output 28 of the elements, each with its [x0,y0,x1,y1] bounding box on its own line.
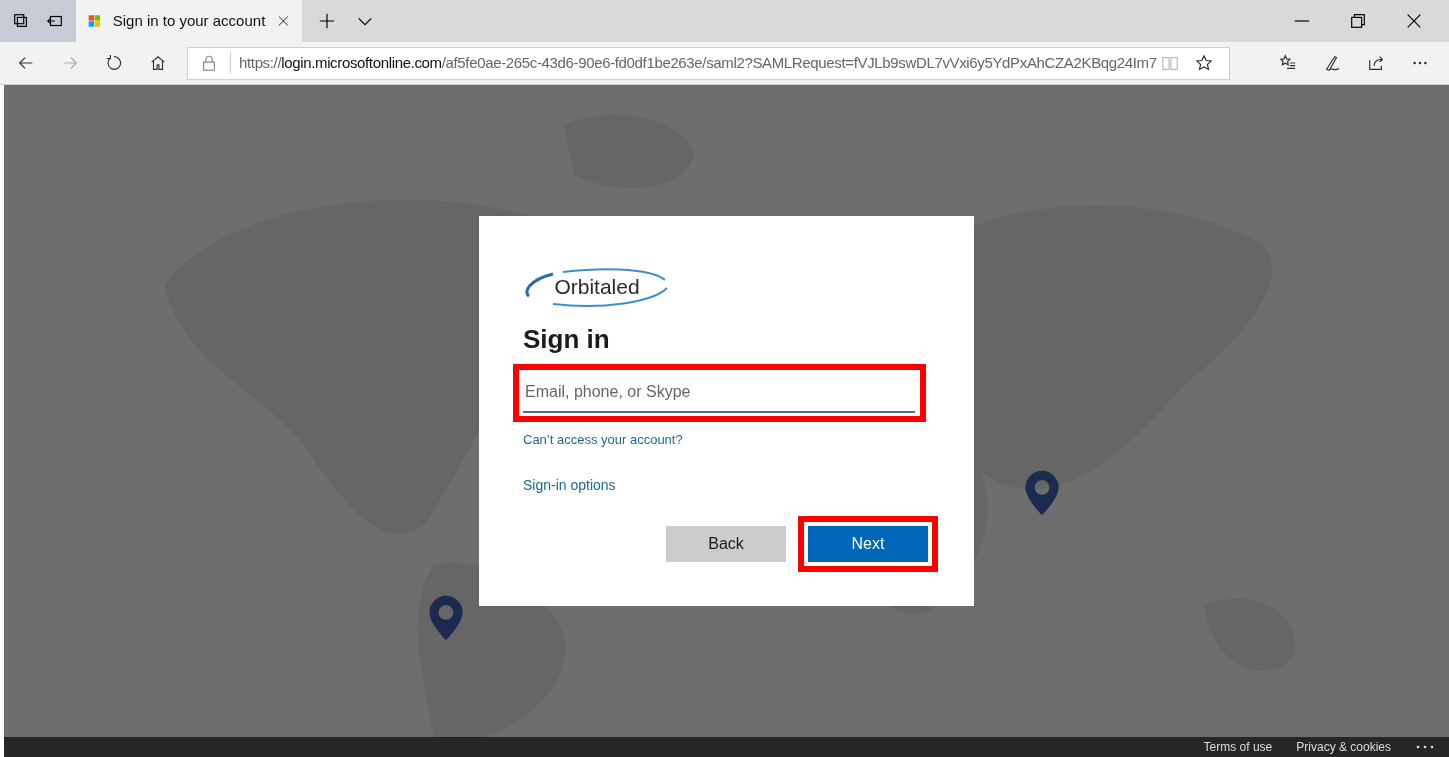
footer-link[interactable]: Terms of use [1203,738,1273,756]
map-pin-icon [426,594,466,642]
back-button[interactable]: Back [666,526,786,562]
restore-icon[interactable] [1349,12,1367,30]
tabs-icon[interactable] [12,12,30,30]
tab-title: Sign in to your account [112,10,266,31]
windows-logo-icon [88,12,101,30]
pen-icon[interactable] [1323,54,1341,72]
plus-icon[interactable] [318,12,336,30]
home-icon[interactable] [149,54,167,72]
footer-link[interactable]: Privacy & cookies [1296,738,1391,756]
back-arrow-icon[interactable] [17,54,35,72]
share-icon[interactable] [1367,54,1385,72]
map-pin-icon [1022,469,1062,517]
address-bar[interactable]: https://login.microsoftonline.com/af5fe0ae-265c-43d6-90e6-fd0df1be263e/saml2?SAMLRequest=fVJLb9swDL7vVxi6y5YdPxAhCZA2KBqg24Im7 [187,46,1230,80]
cant-access-account-link[interactable]: Can’t access your account? [523,430,683,450]
star-icon[interactable] [1195,54,1213,72]
close-icon[interactable] [1405,12,1423,30]
refresh-icon[interactable] [105,54,123,72]
favorites-list-icon[interactable] [1279,54,1297,72]
more-icon[interactable] [1415,744,1435,750]
next-button[interactable]: Next [808,526,928,562]
sign-in-options-link[interactable]: Sign-in options [523,474,616,496]
browser-tab[interactable]: Sign in to your account [76,0,302,42]
url-text: https://login.microsoftonline.com/af5fe0ae-265c-43d6-90e6-fd0df1be263e/saml2?SAMLRequest=fVJLb9swDL7vVxi6y5YdPxAhCZA2KBqg24Im7 [239,52,1157,73]
lock-icon[interactable] [200,54,218,72]
sign-in-heading: Sign in [523,326,611,352]
company-logo: Orbitaled [523,266,671,308]
